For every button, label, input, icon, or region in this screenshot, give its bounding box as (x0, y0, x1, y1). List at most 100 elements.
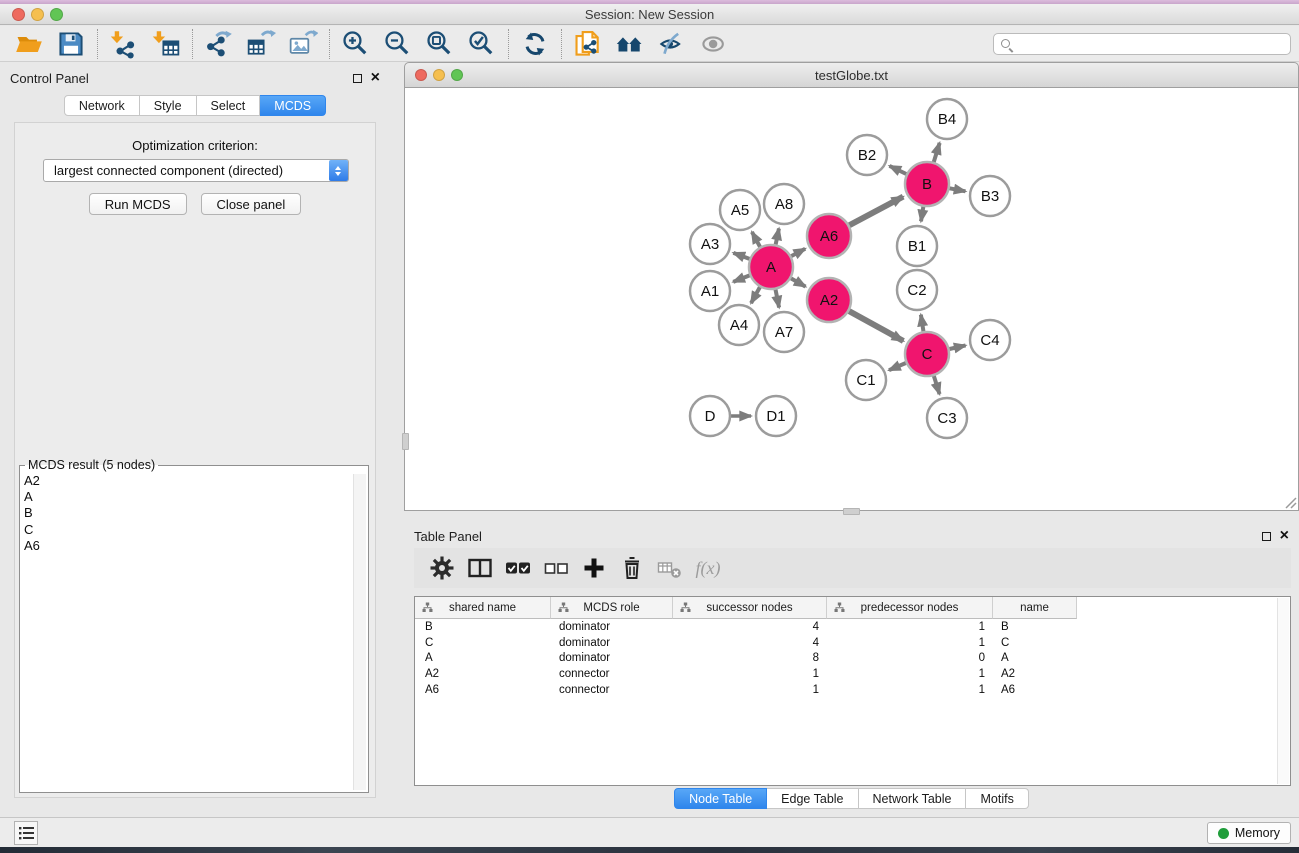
graph-edge-C-C3[interactable] (934, 376, 940, 394)
column-header-predecessor-nodes[interactable]: predecessor nodes (827, 597, 993, 619)
graph-edge-A-A5[interactable] (752, 232, 760, 247)
search-input[interactable] (1016, 36, 1283, 52)
tab-motifs[interactable]: Motifs (966, 788, 1028, 809)
hide-graphics-button[interactable] (651, 27, 693, 61)
criterion-select[interactable]: largest connected component (directed) (43, 159, 349, 182)
memory-button[interactable]: Memory (1207, 822, 1291, 844)
tab-style[interactable]: Style (140, 95, 197, 116)
column-header-name[interactable]: name (993, 597, 1077, 619)
graph-edge-A-A3[interactable] (733, 253, 749, 259)
add-column-button[interactable] (575, 550, 613, 586)
graph-node-A3[interactable]: A3 (690, 224, 730, 264)
copy-network-button[interactable] (567, 27, 609, 61)
tab-select[interactable]: Select (197, 95, 261, 116)
delete-column-button[interactable] (613, 550, 651, 586)
graph-edge-B-B4[interactable] (934, 143, 940, 162)
table-row[interactable]: A2connector11A2 (415, 666, 1290, 682)
table-settings-button[interactable] (423, 550, 461, 586)
float-panel-icon[interactable] (353, 74, 362, 83)
network-minimize-button[interactable] (433, 69, 445, 81)
resize-grip-icon[interactable] (1283, 495, 1297, 509)
graph-node-A1[interactable]: A1 (690, 271, 730, 311)
graph-node-D1[interactable]: D1 (756, 396, 796, 436)
vertical-splitter-handle[interactable] (402, 433, 409, 450)
split-view-button[interactable] (461, 550, 499, 586)
tab-mcds[interactable]: MCDS (260, 95, 326, 116)
graph-edge-A2-C[interactable] (849, 311, 903, 341)
graph-edge-C-C1[interactable] (889, 363, 906, 370)
tab-edge-table[interactable]: Edge Table (767, 788, 858, 809)
zoom-out-button[interactable] (377, 27, 419, 61)
tab-network[interactable]: Network (64, 95, 140, 116)
mcds-result-scrollbar[interactable] (353, 474, 366, 790)
graph-node-B1[interactable]: B1 (897, 226, 937, 266)
graph-edge-A-A6[interactable] (791, 249, 805, 256)
function-builder-button[interactable]: f(x) (689, 550, 727, 586)
graph-edge-B-B3[interactable] (950, 188, 966, 191)
graph-node-B4[interactable]: B4 (927, 99, 967, 139)
horizontal-splitter-handle[interactable] (843, 508, 860, 515)
import-table-button[interactable] (145, 27, 187, 61)
graph-node-A8[interactable]: A8 (764, 184, 804, 224)
graph-node-C2[interactable]: C2 (897, 270, 937, 310)
export-table-button[interactable] (240, 27, 282, 61)
graph-node-A5[interactable]: A5 (720, 190, 760, 230)
network-canvas-svg[interactable]: B4B2BB3A8A5A6A3B1AC2A1A2A4A7C4CC1DD1C3 (405, 88, 1298, 509)
run-mcds-button[interactable]: Run MCDS (89, 193, 187, 215)
import-network-button[interactable] (103, 27, 145, 61)
graph-edge-A-A8[interactable] (776, 228, 779, 244)
close-panel-icon[interactable]: × (371, 72, 380, 84)
graph-node-C[interactable]: C (905, 332, 949, 376)
home-layouts-button[interactable] (609, 27, 651, 61)
open-session-button[interactable] (8, 27, 50, 61)
export-network-button[interactable] (198, 27, 240, 61)
minimize-window-button[interactable] (31, 8, 44, 21)
graph-edge-A-A2[interactable] (791, 278, 806, 286)
column-header-shared-name[interactable]: shared name (415, 597, 551, 619)
graph-node-A[interactable]: A (749, 245, 793, 289)
graph-node-B2[interactable]: B2 (847, 135, 887, 175)
close-table-panel-icon[interactable]: × (1280, 530, 1289, 542)
graph-node-A4[interactable]: A4 (719, 305, 759, 345)
save-session-button[interactable] (50, 27, 92, 61)
zoom-selected-button[interactable] (461, 27, 503, 61)
graph-node-C4[interactable]: C4 (970, 320, 1010, 360)
graph-edge-B-B1[interactable] (921, 207, 923, 222)
select-all-button[interactable] (499, 550, 537, 586)
tab-network-table[interactable]: Network Table (859, 788, 967, 809)
table-scrollbar[interactable] (1277, 598, 1289, 784)
graph-edge-A6-B[interactable] (849, 197, 903, 226)
graph-node-A7[interactable]: A7 (764, 312, 804, 352)
graph-node-B[interactable]: B (905, 162, 949, 206)
column-header-successor-nodes[interactable]: successor nodes (673, 597, 827, 619)
graph-node-C3[interactable]: C3 (927, 398, 967, 438)
refresh-view-button[interactable] (514, 27, 556, 61)
graph-node-B3[interactable]: B3 (970, 176, 1010, 216)
graph-edge-C-C4[interactable] (949, 345, 965, 349)
maximize-window-button[interactable] (50, 8, 63, 21)
show-graphics-button[interactable] (693, 27, 735, 61)
float-table-panel-icon[interactable] (1262, 532, 1271, 541)
close-window-button[interactable] (12, 8, 25, 21)
network-window-titlebar[interactable]: testGlobe.txt (404, 62, 1299, 88)
close-panel-button[interactable]: Close panel (201, 193, 302, 215)
graph-node-D[interactable]: D (690, 396, 730, 436)
table-row[interactable]: A6connector11A6 (415, 682, 1290, 698)
graph-edge-A-A7[interactable] (776, 290, 780, 308)
zoom-in-button[interactable] (335, 27, 377, 61)
deselect-all-button[interactable] (537, 550, 575, 586)
table-row[interactable]: Cdominator41C (415, 635, 1290, 651)
graph-edge-C-C2[interactable] (921, 315, 924, 332)
zoom-fit-button[interactable] (419, 27, 461, 61)
graph-edge-A-A1[interactable] (733, 275, 749, 281)
tab-node-table[interactable]: Node Table (674, 788, 767, 809)
graph-node-C1[interactable]: C1 (846, 360, 886, 400)
graph-node-A6[interactable]: A6 (807, 214, 851, 258)
network-maximize-button[interactable] (451, 69, 463, 81)
delete-table-button[interactable] (651, 550, 689, 586)
table-row[interactable]: Adominator80A (415, 651, 1290, 667)
export-image-button[interactable] (282, 27, 324, 61)
search-field[interactable] (993, 33, 1291, 55)
task-history-button[interactable] (14, 821, 38, 845)
graph-edge-A-A4[interactable] (751, 287, 760, 303)
